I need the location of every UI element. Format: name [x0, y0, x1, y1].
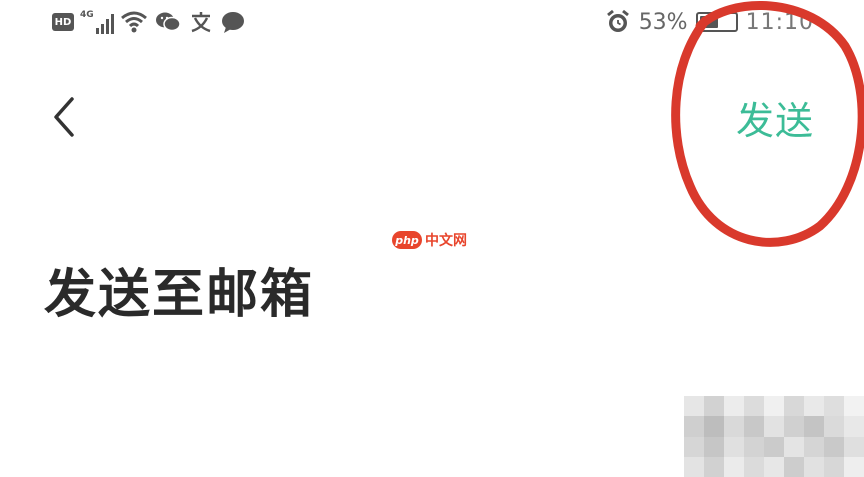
wechat-icon: [154, 10, 182, 34]
watermark-text: 中文网: [425, 233, 467, 249]
battery-percent: 53%: [638, 9, 688, 35]
signal-icon: 4G: [80, 10, 114, 34]
status-left-icons: HD 4G: [52, 8, 246, 36]
network-type-label: 4G: [80, 10, 94, 20]
alarm-icon: [605, 9, 631, 35]
battery-level-fill: [699, 16, 718, 28]
signal-bars: [95, 14, 114, 34]
status-time: 11:10: [745, 9, 814, 35]
send-button[interactable]: 发送: [736, 90, 814, 145]
chevron-left-icon: [54, 97, 74, 137]
back-button[interactable]: [44, 92, 84, 142]
status-bar: HD 4G 53% 11:10: [0, 0, 864, 46]
hd-icon: HD: [52, 13, 74, 31]
translate-icon: [188, 10, 214, 34]
chat-bubble-icon: [220, 10, 246, 34]
blurred-region: [684, 396, 864, 477]
status-right-icons: 53% 11:10: [605, 8, 814, 36]
watermark-logo: php: [392, 231, 422, 249]
wifi-icon: [120, 10, 148, 34]
watermark: php 中文网: [392, 229, 467, 251]
battery-icon: [695, 12, 738, 32]
screen: HD 4G 53% 11:10 发送 php 中文网 发送至邮箱: [0, 0, 864, 477]
page-title: 发送至邮箱: [44, 265, 315, 325]
